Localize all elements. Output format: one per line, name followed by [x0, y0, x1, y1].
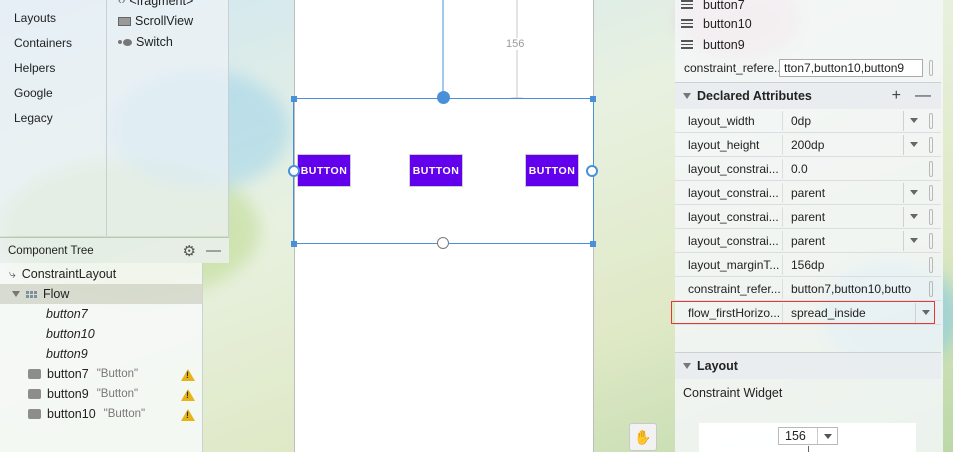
attr-row: layout_width 0dp: [675, 109, 941, 133]
attr-key: constraint_refere...: [684, 61, 779, 75]
chevron-down-icon[interactable]: [903, 206, 923, 227]
resize-handle[interactable]: [291, 241, 297, 247]
collapse-icon[interactable]: [683, 93, 691, 99]
button10-preview[interactable]: BUTTON: [410, 155, 462, 186]
attr-value[interactable]: 0dp: [782, 110, 903, 131]
constraint-refs-row: constraint_refere... tton7,button10,butt…: [675, 56, 941, 80]
chevron-down-icon[interactable]: [817, 428, 837, 444]
attr-edit-bar[interactable]: [929, 232, 933, 249]
attr-row: layout_constrai... parent: [675, 205, 941, 229]
list-icon: [681, 19, 693, 28]
attr-row: layout_constrai... parent: [675, 181, 941, 205]
attr-edit-bar[interactable]: [929, 112, 933, 129]
hand-icon: ✋: [634, 428, 652, 445]
attr-key: layout_constrai...: [688, 161, 779, 176]
ref-list-item[interactable]: button10: [675, 13, 941, 34]
section-title: Layout: [697, 359, 738, 373]
chevron-down-icon[interactable]: [903, 110, 923, 131]
constraint-refs-input[interactable]: tton7,button10,button9: [779, 59, 923, 77]
button7-preview[interactable]: BUTTON: [298, 155, 350, 186]
chevron-down-icon[interactable]: [903, 230, 923, 251]
attr-edit-bar[interactable]: [929, 256, 933, 273]
attr-key: layout_constrai...: [688, 233, 779, 248]
pan-hand-button[interactable]: ✋: [629, 423, 657, 451]
chevron-down-icon[interactable]: [903, 182, 923, 203]
attr-row: layout_marginT... 156dp: [675, 253, 941, 277]
attr-key: layout_constrai...: [688, 185, 779, 200]
ref-list-label: button7: [703, 0, 745, 12]
attr-row: constraint_refer... button7,button10,but…: [675, 277, 941, 301]
add-icon[interactable]: +: [892, 87, 901, 105]
attr-value[interactable]: parent: [782, 206, 903, 227]
top-anchor[interactable]: [437, 91, 450, 104]
resize-handle[interactable]: [590, 96, 596, 102]
section-title: Declared Attributes: [697, 89, 812, 103]
attr-key: layout_constrai...: [688, 209, 779, 224]
ref-list-item[interactable]: button9: [675, 34, 941, 55]
attr-value[interactable]: parent: [782, 182, 903, 203]
attr-value[interactable]: 0.0: [782, 158, 929, 179]
attr-value[interactable]: 200dp: [782, 134, 903, 155]
ref-list-label: button10: [703, 16, 752, 31]
constraint-widget-margin[interactable]: 156: [778, 427, 838, 445]
resize-handle[interactable]: [590, 241, 596, 247]
layout-section-header[interactable]: Layout: [675, 352, 941, 379]
attr-row: layout_constrai... 0.0: [675, 157, 941, 181]
attr-key: layout_marginT...: [688, 257, 780, 272]
attr-edit-bar[interactable]: [929, 136, 933, 153]
dimension-label: 156: [506, 38, 525, 50]
highlight-box: [671, 301, 935, 324]
constraint-widget-line: [808, 446, 809, 452]
attr-value[interactable]: button7,button10,butto: [782, 278, 929, 299]
attr-edit-bar[interactable]: [929, 208, 933, 225]
attr-key: layout_height: [688, 137, 760, 152]
list-icon: [681, 40, 693, 49]
attr-edit-bar[interactable]: [929, 160, 933, 177]
declared-attributes-header[interactable]: Declared Attributes + —: [675, 82, 941, 109]
constraint-widget-label: Constraint Widget: [683, 386, 783, 400]
chevron-down-icon[interactable]: [903, 134, 923, 155]
attr-edit-bar[interactable]: [929, 280, 933, 297]
button9-preview[interactable]: BUTTON: [526, 155, 578, 186]
right-anchor[interactable]: [586, 165, 598, 177]
left-anchor[interactable]: [288, 165, 300, 177]
attr-value[interactable]: 156dp: [782, 254, 929, 275]
margin-value: 156: [785, 429, 806, 443]
attr-value[interactable]: parent: [782, 230, 903, 251]
attr-key: constraint_refer...: [688, 281, 781, 296]
collapse-icon[interactable]: [683, 363, 691, 369]
attr-edit-bar[interactable]: [929, 184, 933, 201]
ref-list-label: button9: [703, 37, 745, 52]
resize-handle[interactable]: [291, 96, 297, 102]
remove-icon[interactable]: —: [915, 87, 931, 105]
attr-key: layout_width: [688, 113, 755, 128]
attr-edit-bar[interactable]: [929, 60, 933, 76]
bottom-anchor[interactable]: [437, 237, 449, 249]
attr-row: layout_height 200dp: [675, 133, 941, 157]
list-icon: [681, 0, 693, 9]
attr-row: layout_constrai... parent: [675, 229, 941, 253]
